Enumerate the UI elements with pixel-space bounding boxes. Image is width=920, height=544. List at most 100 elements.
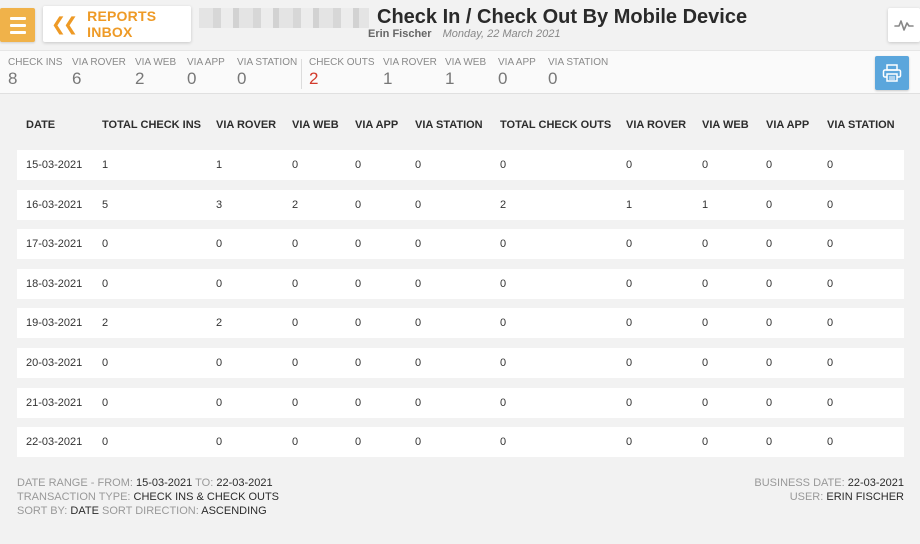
stat-check-ins-via-web: VIA WEB 2: [135, 57, 177, 88]
reports-inbox-label: REPORTS INBOX: [87, 8, 157, 40]
row-cell: 1: [626, 198, 633, 211]
business-date: 22-03-2021: [847, 477, 904, 489]
row-cell: 0: [415, 238, 422, 251]
column-header: VIA APP: [766, 119, 810, 131]
row-cell: 0: [355, 317, 362, 330]
row-cell: 0: [292, 159, 299, 171]
table-row: 15-03-2021 1 1 0 0 0 0 0 0 0 0: [17, 150, 904, 180]
row-cell: 0: [355, 356, 362, 369]
row-cell: 2: [500, 198, 507, 211]
row-cell: 0: [415, 356, 422, 369]
row-cell: 0: [766, 396, 773, 409]
row-cell: 0: [827, 159, 834, 171]
column-header: VIA APP: [355, 119, 399, 131]
menu-button[interactable]: [0, 8, 35, 42]
stat-check-outs-via-station: VIA STATION 0: [548, 57, 609, 88]
summary-divider: [301, 59, 302, 89]
row-cell: 0: [355, 198, 362, 211]
row-cell: 0: [355, 436, 362, 449]
row-cell: 0: [292, 436, 299, 449]
row-cell: 0: [102, 238, 109, 251]
row-cell: 0: [415, 277, 422, 290]
row-cell: 0: [415, 159, 422, 171]
row-cell: 0: [500, 238, 507, 251]
table-header: DATE TOTAL CHECK INS VIA ROVER VIA WEB V…: [17, 111, 904, 141]
row-cell: 0: [827, 356, 834, 369]
report-table: DATE TOTAL CHECK INS VIA ROVER VIA WEB V…: [17, 111, 904, 458]
row-cell: 0: [702, 436, 709, 449]
row-cell: 0: [102, 396, 109, 409]
reports-inbox-button[interactable]: ❮❮ REPORTS INBOX: [43, 6, 191, 42]
row-cell: 0: [766, 317, 773, 330]
row-cell: 1: [216, 159, 223, 171]
column-header: TOTAL CHECK OUTS: [500, 119, 612, 131]
hamburger-icon: [9, 16, 26, 20]
report-parameters: DATE RANGE - FROM: 15-03-2021 TO: 22-03-…: [17, 477, 280, 517]
row-cell: 0: [827, 396, 834, 409]
row-cell: 0: [500, 159, 507, 171]
row-cell: 0: [355, 238, 362, 251]
row-cell: 0: [702, 159, 709, 171]
row-cell: 0: [415, 198, 422, 211]
row-cell: 0: [216, 356, 223, 369]
column-header: VIA ROVER: [626, 119, 687, 131]
top-bar: ❮❮ REPORTS INBOX Check In / Check Out By…: [0, 0, 920, 50]
row-date: 22-03-2021: [26, 436, 83, 449]
row-cell: 2: [292, 198, 299, 211]
row-cell: 0: [827, 277, 834, 290]
table-row: 21-03-2021 0 0 0 0 0 0 0 0 0 0: [17, 387, 904, 418]
row-cell: 0: [766, 159, 773, 171]
activity-button[interactable]: [888, 8, 920, 42]
row-cell: 0: [702, 317, 709, 330]
column-header: VIA WEB: [702, 119, 749, 131]
row-cell: 2: [216, 317, 223, 330]
row-date: 21-03-2021: [26, 396, 83, 409]
pulse-line-icon: [894, 20, 914, 31]
row-cell: 0: [500, 277, 507, 290]
row-cell: 0: [102, 277, 109, 290]
row-cell: 0: [292, 238, 299, 251]
table-row: 19-03-2021 2 2 0 0 0 0 0 0 0 0: [17, 308, 904, 339]
row-date: 18-03-2021: [26, 277, 83, 290]
summary-bar: CHECK INS 8 VIA ROVER 6 VIA WEB 2 VIA AP…: [0, 50, 920, 94]
row-cell: 0: [102, 356, 109, 369]
row-cell: 0: [500, 356, 507, 369]
row-cell: 0: [500, 317, 507, 330]
page-title: Check In / Check Out By Mobile Device: [377, 6, 748, 28]
stat-check-ins: CHECK INS 8: [8, 57, 63, 88]
row-cell: 0: [355, 396, 362, 409]
table-row: 18-03-2021 0 0 0 0 0 0 0 0 0 0: [17, 268, 904, 299]
print-button[interactable]: [875, 56, 909, 90]
column-header: TOTAL CHECK INS: [102, 119, 202, 131]
row-cell: 0: [292, 396, 299, 409]
column-header: VIA ROVER: [216, 119, 277, 131]
row-cell: 0: [702, 396, 709, 409]
sort-by: DATE: [70, 505, 99, 517]
column-header: VIA WEB: [292, 119, 339, 131]
row-date: 20-03-2021: [26, 356, 83, 369]
row-cell: 5: [102, 198, 109, 211]
row-date: 16-03-2021: [26, 198, 83, 211]
row-cell: 0: [827, 238, 834, 251]
stat-check-ins-via-app: VIA APP 0: [187, 57, 225, 88]
row-date: 15-03-2021: [26, 159, 83, 171]
row-cell: 0: [626, 396, 633, 409]
row-cell: 0: [355, 277, 362, 290]
double-chevron-left-icon: ❮❮: [51, 13, 78, 34]
row-cell: 0: [415, 396, 422, 409]
row-cell: 0: [702, 356, 709, 369]
row-cell: 0: [626, 159, 633, 171]
row-cell: 0: [766, 436, 773, 449]
row-cell: 0: [102, 436, 109, 449]
table-row: 16-03-2021 5 3 2 0 0 2 1 1 0 0: [17, 189, 904, 220]
table-row: 17-03-2021 0 0 0 0 0 0 0 0 0 0: [17, 229, 904, 260]
row-cell: 0: [702, 238, 709, 251]
row-cell: 0: [766, 356, 773, 369]
date-from: 15-03-2021: [135, 477, 193, 489]
current-user-name: Erin Fischer: [368, 28, 432, 40]
table-row: 20-03-2021 0 0 0 0 0 0 0 0 0 0: [17, 347, 904, 378]
row-cell: 0: [827, 436, 834, 449]
row-cell: 0: [827, 198, 834, 211]
stat-check-outs-via-web: VIA WEB 1: [445, 57, 487, 88]
row-cell: 0: [626, 436, 633, 449]
